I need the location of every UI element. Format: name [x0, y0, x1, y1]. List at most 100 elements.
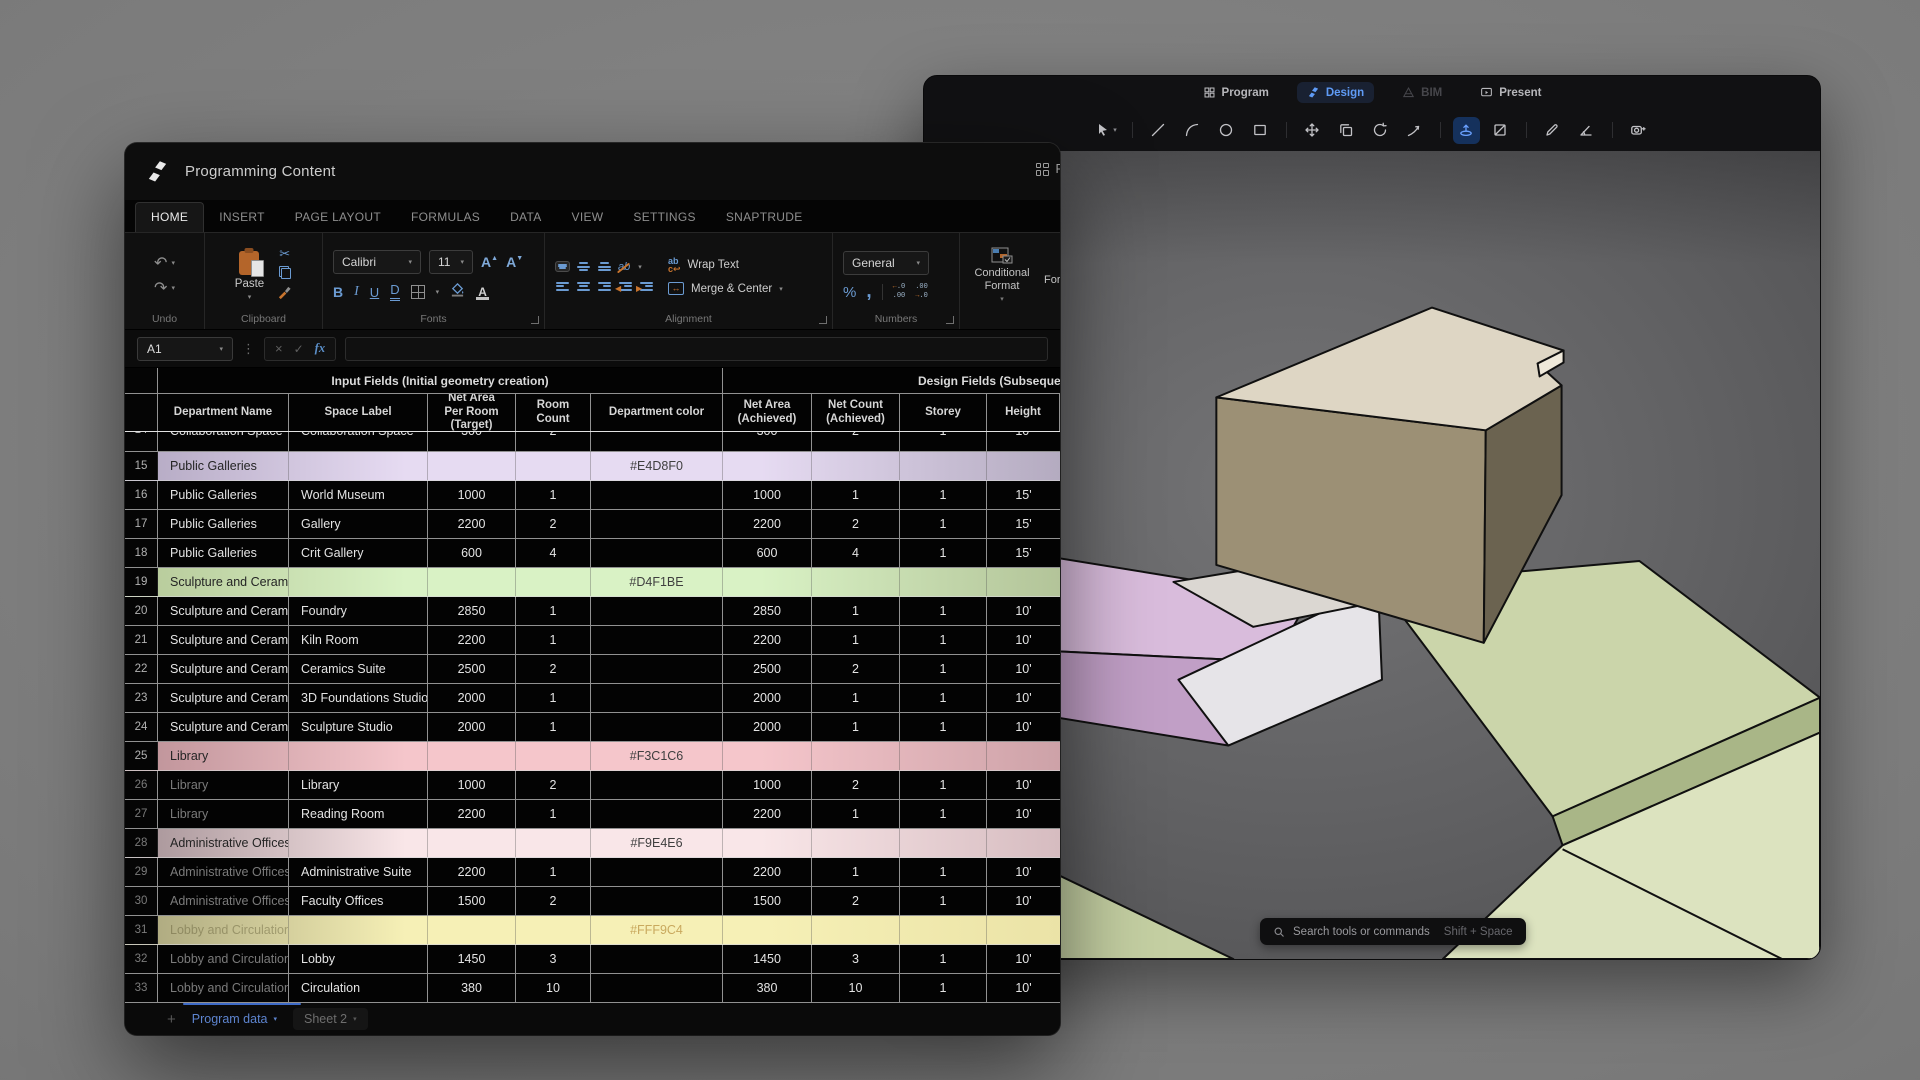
empty-cell[interactable]	[428, 916, 516, 944]
fonts-dialog-launcher-icon[interactable]	[531, 316, 539, 324]
net-count-achieved-cell[interactable]: 2	[812, 510, 900, 538]
net-area-target-cell[interactable]: 300	[428, 432, 516, 451]
department-header-row-administrative-offices[interactable]: 28Administrative Offices#F9E4E6	[125, 829, 1060, 858]
storey-cell[interactable]: 1	[900, 800, 987, 828]
space-label-cell[interactable]: Administrative Suite	[289, 858, 428, 886]
department-color-cell[interactable]	[591, 684, 723, 712]
net-area-achieved-cell[interactable]: 1000	[723, 481, 812, 509]
storey-cell[interactable]: 1	[900, 713, 987, 741]
department-color-cell[interactable]	[591, 626, 723, 654]
net-area-target-cell[interactable]: 2000	[428, 684, 516, 712]
height-cell[interactable]: 15'	[987, 510, 1060, 538]
department-name-cell[interactable]: Collaboration Space	[158, 432, 289, 451]
offset-tool-icon[interactable]	[1401, 117, 1428, 144]
text-orientation-icon[interactable]: ab	[618, 261, 632, 273]
conditional-format-button[interactable]: Conditional Format ▾	[970, 247, 1034, 305]
department-header-row-lobby-and-circulation[interactable]: 31Lobby and Circulation#FFF9C4	[125, 916, 1060, 945]
height-cell[interactable]: 10'	[987, 713, 1060, 741]
department-color-cell[interactable]	[591, 539, 723, 567]
net-count-achieved-cell[interactable]: 1	[812, 481, 900, 509]
views-tool-icon[interactable]	[1625, 117, 1652, 144]
row-number[interactable]: 14	[125, 432, 158, 451]
double-underline-button[interactable]: D	[390, 283, 399, 300]
department-color-cell[interactable]	[591, 858, 723, 886]
department-color-hex-cell[interactable]: #F3C1C6	[591, 742, 723, 770]
data-row[interactable]: 30Administrative OfficesFaculty Offices1…	[125, 887, 1060, 916]
row-number[interactable]: 26	[125, 771, 158, 799]
height-cell[interactable]: 10'	[987, 887, 1060, 915]
column-header-rownum[interactable]	[125, 394, 158, 431]
department-name-cell[interactable]: Sculpture and Ceramics	[158, 684, 289, 712]
department-name-cell[interactable]: Public Galleries	[158, 452, 289, 480]
room-count-cell[interactable]: 2	[516, 887, 591, 915]
column-header-net-count-achieved[interactable]: Net Count (Achieved)	[812, 394, 900, 431]
cancel-entry-icon[interactable]: ×	[275, 341, 283, 356]
height-cell[interactable]: 10'	[987, 626, 1060, 654]
room-count-cell[interactable]: 2	[516, 655, 591, 683]
cell-name-box[interactable]: A1 ▾	[137, 337, 233, 361]
net-count-achieved-cell[interactable]: 2	[812, 655, 900, 683]
data-row[interactable]: 26LibraryLibrary1000210002110'	[125, 771, 1060, 800]
storey-cell[interactable]: 1	[900, 539, 987, 567]
room-count-cell[interactable]: 1	[516, 858, 591, 886]
empty-cell[interactable]	[289, 452, 428, 480]
increase-indent-icon[interactable]: ▶	[639, 281, 654, 292]
department-name-cell[interactable]: Sculpture and Ceramics	[158, 597, 289, 625]
department-color-cell[interactable]	[591, 655, 723, 683]
height-cell[interactable]: 10'	[987, 432, 1060, 451]
storey-cell[interactable]: 1	[900, 945, 987, 973]
align-top-icon[interactable]	[555, 261, 570, 272]
net-count-achieved-cell[interactable]: 1	[812, 597, 900, 625]
empty-cell[interactable]	[723, 829, 812, 857]
net-area-target-cell[interactable]: 2200	[428, 800, 516, 828]
sheet-tab-sheet-2[interactable]: Sheet 2▾	[293, 1008, 368, 1030]
space-label-cell[interactable]: Foundry	[289, 597, 428, 625]
data-row[interactable]: 17Public GalleriesGallery2200222002115'	[125, 510, 1060, 539]
net-area-target-cell[interactable]: 1000	[428, 481, 516, 509]
row-number[interactable]: 25	[125, 742, 158, 770]
net-area-target-cell[interactable]: 2200	[428, 626, 516, 654]
department-name-cell[interactable]: Lobby and Circulation	[158, 945, 289, 973]
department-name-cell[interactable]: Administrative Offices	[158, 887, 289, 915]
net-count-achieved-cell[interactable]: 1	[812, 858, 900, 886]
bold-button[interactable]: B	[333, 284, 343, 300]
row-number[interactable]: 23	[125, 684, 158, 712]
empty-cell[interactable]	[516, 452, 591, 480]
empty-cell[interactable]	[812, 452, 900, 480]
align-middle-icon[interactable]	[576, 261, 591, 272]
department-color-cell[interactable]	[591, 771, 723, 799]
row-number[interactable]: 16	[125, 481, 158, 509]
cut-scissors-icon[interactable]: ✂	[279, 247, 290, 260]
data-row[interactable]: 27LibraryReading Room2200122001110'	[125, 800, 1060, 829]
row-number[interactable]: 24	[125, 713, 158, 741]
align-right-icon[interactable]	[597, 281, 612, 292]
department-header-row-public-galleries[interactable]: 15Public Galleries #E4D8F0	[125, 452, 1060, 481]
height-cell[interactable]: 10'	[987, 858, 1060, 886]
row-number[interactable]: 18	[125, 539, 158, 567]
net-count-achieved-cell[interactable]: 1	[812, 800, 900, 828]
department-color-cell[interactable]	[591, 510, 723, 538]
column-header-net-area-per-room-target[interactable]: Net Area Per Room (Target)	[428, 394, 516, 431]
net-count-achieved-cell[interactable]: 1	[812, 713, 900, 741]
net-area-achieved-cell[interactable]: 2200	[723, 800, 812, 828]
row-number[interactable]: 15	[125, 452, 158, 480]
data-row[interactable]: 22Sculpture and CeramicsCeramics Suite25…	[125, 655, 1060, 684]
net-count-achieved-cell[interactable]: 2	[812, 887, 900, 915]
ribbon-tab-view[interactable]: VIEW	[557, 203, 619, 232]
column-header-space-label[interactable]: Space Label	[289, 394, 428, 431]
decrease-decimal-icon[interactable]: ←.0.00	[893, 283, 906, 301]
empty-cell[interactable]	[987, 568, 1060, 596]
empty-cell[interactable]	[812, 829, 900, 857]
department-name-cell[interactable]: Library	[158, 771, 289, 799]
department-color-cell[interactable]	[591, 800, 723, 828]
empty-cell[interactable]	[900, 452, 987, 480]
move-tool-icon[interactable]	[1299, 117, 1326, 144]
storey-cell[interactable]: 1	[900, 771, 987, 799]
net-area-achieved-cell[interactable]: 2200	[723, 510, 812, 538]
column-header-net-area-achieved[interactable]: Net Area (Achieved)	[723, 394, 812, 431]
measure-tool-icon[interactable]	[1539, 117, 1566, 144]
net-count-achieved-cell[interactable]: 2	[812, 771, 900, 799]
formula-input[interactable]	[345, 337, 1048, 361]
data-row[interactable]: 23Sculpture and Ceramics3D Foundations S…	[125, 684, 1060, 713]
department-color-hex-cell[interactable]: #E4D8F0	[591, 452, 723, 480]
